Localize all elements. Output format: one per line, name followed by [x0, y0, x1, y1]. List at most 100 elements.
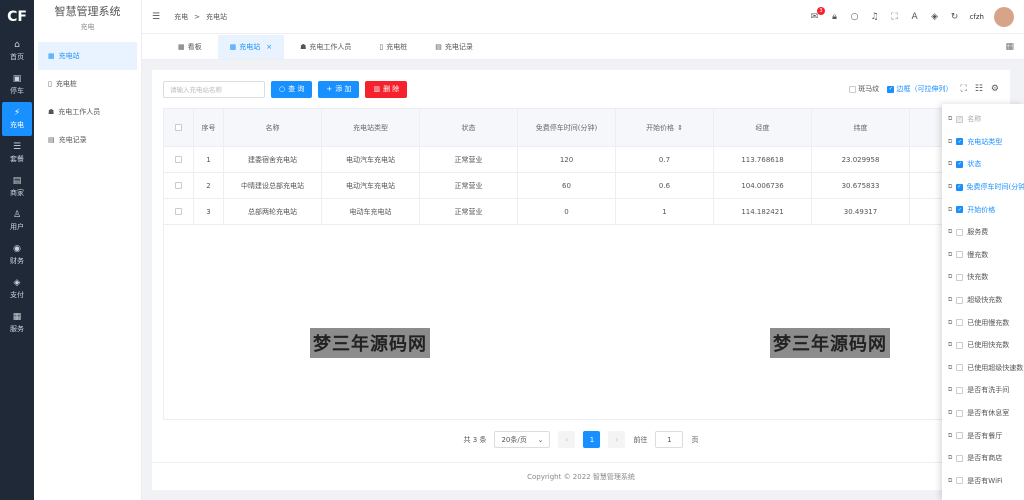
search-input[interactable]: 请输入充电站名称 [163, 80, 265, 98]
row-checkbox[interactable] [175, 208, 182, 215]
column-header[interactable]: 名称 [224, 109, 322, 146]
drag-handle-icon[interactable]: ⧉ [948, 251, 952, 259]
column-toggle-item[interactable]: ⧉ ✓ 名称 [942, 108, 1024, 131]
tab-item[interactable]: ▤ 充电记录 [423, 35, 485, 59]
column-toggle-item[interactable]: ⧉ 超级快充数 [942, 289, 1024, 312]
select-all-checkbox[interactable] [175, 124, 182, 131]
drag-handle-icon[interactable]: ⧉ [948, 386, 952, 394]
column-header[interactable]: 免费停车时间(分钟) [518, 109, 616, 146]
row-checkbox[interactable] [175, 182, 182, 189]
stripe-checkbox[interactable] [849, 85, 857, 93]
column-toggle-item[interactable]: ⧉ 是否有休息室 [942, 402, 1024, 425]
drag-handle-icon[interactable]: ⧉ [948, 206, 952, 214]
drag-handle-icon[interactable]: ⧉ [948, 477, 952, 485]
column-checkbox[interactable]: ✓ [956, 115, 964, 123]
query-button[interactable]: ○ 查 询 [271, 80, 313, 98]
column-header[interactable]: 充电站类型 [322, 109, 420, 146]
column-checkbox[interactable] [956, 251, 964, 259]
column-checkbox[interactable]: ✓ [956, 183, 963, 191]
drag-handle-icon[interactable]: ⧉ [948, 160, 952, 168]
column-header[interactable]: 开始价格 ⇕ [616, 109, 714, 146]
column-checkbox[interactable] [956, 454, 964, 462]
theme-icon[interactable]: ◈ [930, 12, 940, 22]
table-row[interactable]: 3 总部两轮充电站 电动车充电站 正常营业 0 1 114.182421 30.49317 [164, 199, 942, 225]
menu-fold-icon[interactable]: ☰ [152, 12, 160, 22]
density-icon[interactable]: ☷ [975, 84, 983, 94]
tab-item[interactable]: ☗ 充电工作人员 [288, 35, 363, 59]
column-toggle-item[interactable]: ⧉ 是否有洗手间 [942, 379, 1024, 402]
column-checkbox[interactable] [956, 319, 964, 327]
app-logo[interactable]: CF [0, 0, 34, 34]
breadcrumb-parent[interactable]: 充电 [174, 12, 188, 22]
sidebar-item-user[interactable]: ♙ 用户 [0, 204, 34, 238]
column-header[interactable]: 经度 [714, 109, 812, 146]
table-row[interactable]: 2 中晴建设总部充电站 电动汽车充电站 正常营业 60 0.6 104.006736 30.6… [164, 173, 942, 199]
column-header[interactable]: 序号 [194, 109, 224, 146]
sidebar-item-package[interactable]: ☰ 套餐 [0, 136, 34, 170]
column-toggle-item[interactable]: ⧉ 已使用超级快速数 [942, 357, 1024, 380]
drag-handle-icon[interactable]: ⧉ [948, 228, 952, 236]
sidebar-item-store[interactable]: ▤ 商家 [0, 170, 34, 204]
column-toggle-item[interactable]: ⧉ 是否有餐厅 [942, 424, 1024, 447]
column-checkbox[interactable] [956, 432, 964, 440]
sidebar-item-pay[interactable]: ◈ 支付 [0, 272, 34, 306]
column-settings-icon[interactable]: ⚙ [991, 84, 999, 94]
drag-handle-icon[interactable]: ⧉ [948, 454, 952, 462]
fullscreen-icon[interactable]: ⛶ [890, 12, 900, 22]
column-checkbox[interactable] [956, 477, 964, 485]
search-icon[interactable]: ○ [850, 12, 860, 22]
column-toggle-item[interactable]: ⧉ 已使用慢充数 [942, 311, 1024, 334]
column-checkbox[interactable] [956, 273, 964, 281]
bell-icon[interactable]: ♫ [870, 12, 880, 22]
fullscreen-icon[interactable]: ⛶ [961, 84, 967, 94]
drag-handle-icon[interactable]: ⧉ [948, 138, 952, 146]
avatar[interactable] [994, 6, 1014, 27]
column-toggle-item[interactable]: ⧉ 快充数 [942, 266, 1024, 289]
drag-handle-icon[interactable]: ⧉ [948, 183, 952, 191]
border-toggle[interactable]: ✓ 边框（可拉伸列） [887, 84, 953, 94]
sidebar-item-parking[interactable]: ▣ 停车 [0, 68, 34, 102]
notification-icon[interactable]: ✉ 3 [810, 6, 825, 22]
table-row[interactable]: 1 建委宿舍充电站 电动汽车充电站 正常营业 120 0.7 113.768618 23.02… [164, 147, 942, 173]
column-checkbox[interactable] [956, 341, 964, 349]
column-toggle-item[interactable]: ⧉ 是否有WiFi [942, 470, 1024, 493]
drag-handle-icon[interactable]: ⧉ [948, 296, 952, 304]
sort-icon[interactable]: ⇕ [677, 124, 683, 132]
subnav-item[interactable]: ▦ 充电站 [38, 42, 137, 70]
drag-handle-icon[interactable]: ⧉ [948, 432, 952, 440]
sidebar-item-charging[interactable]: ⚡ 充电 [2, 102, 32, 136]
add-button[interactable]: + 添 加 [318, 80, 360, 98]
column-toggle-item[interactable]: ⧉ ✓ 开始价格 [942, 198, 1024, 221]
stripe-toggle[interactable]: 斑马纹 [849, 84, 879, 94]
column-checkbox[interactable] [956, 364, 964, 372]
column-toggle-item[interactable]: ⧉ 是否有商店 [942, 447, 1024, 470]
tab-item[interactable]: ▯ 充电桩 [367, 35, 419, 59]
subnav-item[interactable]: ▤ 充电记录 [38, 126, 137, 154]
drag-handle-icon[interactable]: ⧉ [948, 364, 952, 372]
column-checkbox[interactable] [956, 386, 964, 394]
column-checkbox[interactable]: ✓ [956, 160, 964, 168]
column-toggle-item[interactable]: ⧉ 慢充数 [942, 244, 1024, 267]
tabs-menu-icon[interactable]: ▦ [1005, 42, 1014, 52]
column-checkbox[interactable]: ✓ [956, 138, 964, 146]
column-checkbox[interactable] [956, 296, 964, 304]
drag-handle-icon[interactable]: ⧉ [948, 319, 952, 327]
row-checkbox[interactable] [175, 156, 182, 163]
column-toggle-item[interactable]: ⧉ 已使用快充数 [942, 334, 1024, 357]
refresh-icon[interactable]: ↻ [950, 12, 960, 22]
tab-item[interactable]: ▦ 看板 [166, 35, 214, 59]
next-page-button[interactable]: › [608, 431, 626, 448]
column-header[interactable]: 状态 [420, 109, 518, 146]
delete-button[interactable]: ▥ 删 除 [365, 80, 408, 98]
column-checkbox[interactable]: ✓ [956, 206, 964, 214]
subnav-item[interactable]: ☗ 充电工作人员 [38, 98, 137, 126]
drag-handle-icon[interactable]: ⧉ [948, 273, 952, 281]
prev-page-button[interactable]: ‹ [558, 431, 576, 448]
page-size-select[interactable]: 20条/页 ⌄ [494, 431, 551, 448]
lock-icon[interactable]: 🔒︎ [830, 12, 840, 22]
column-header[interactable]: 纬度 [812, 109, 910, 146]
goto-page-input[interactable]: 1 [655, 431, 684, 448]
username[interactable]: cfzh [970, 13, 984, 21]
drag-handle-icon[interactable]: ⧉ [948, 409, 952, 417]
column-toggle-item[interactable]: ⧉ ✓ 状态 [942, 153, 1024, 176]
